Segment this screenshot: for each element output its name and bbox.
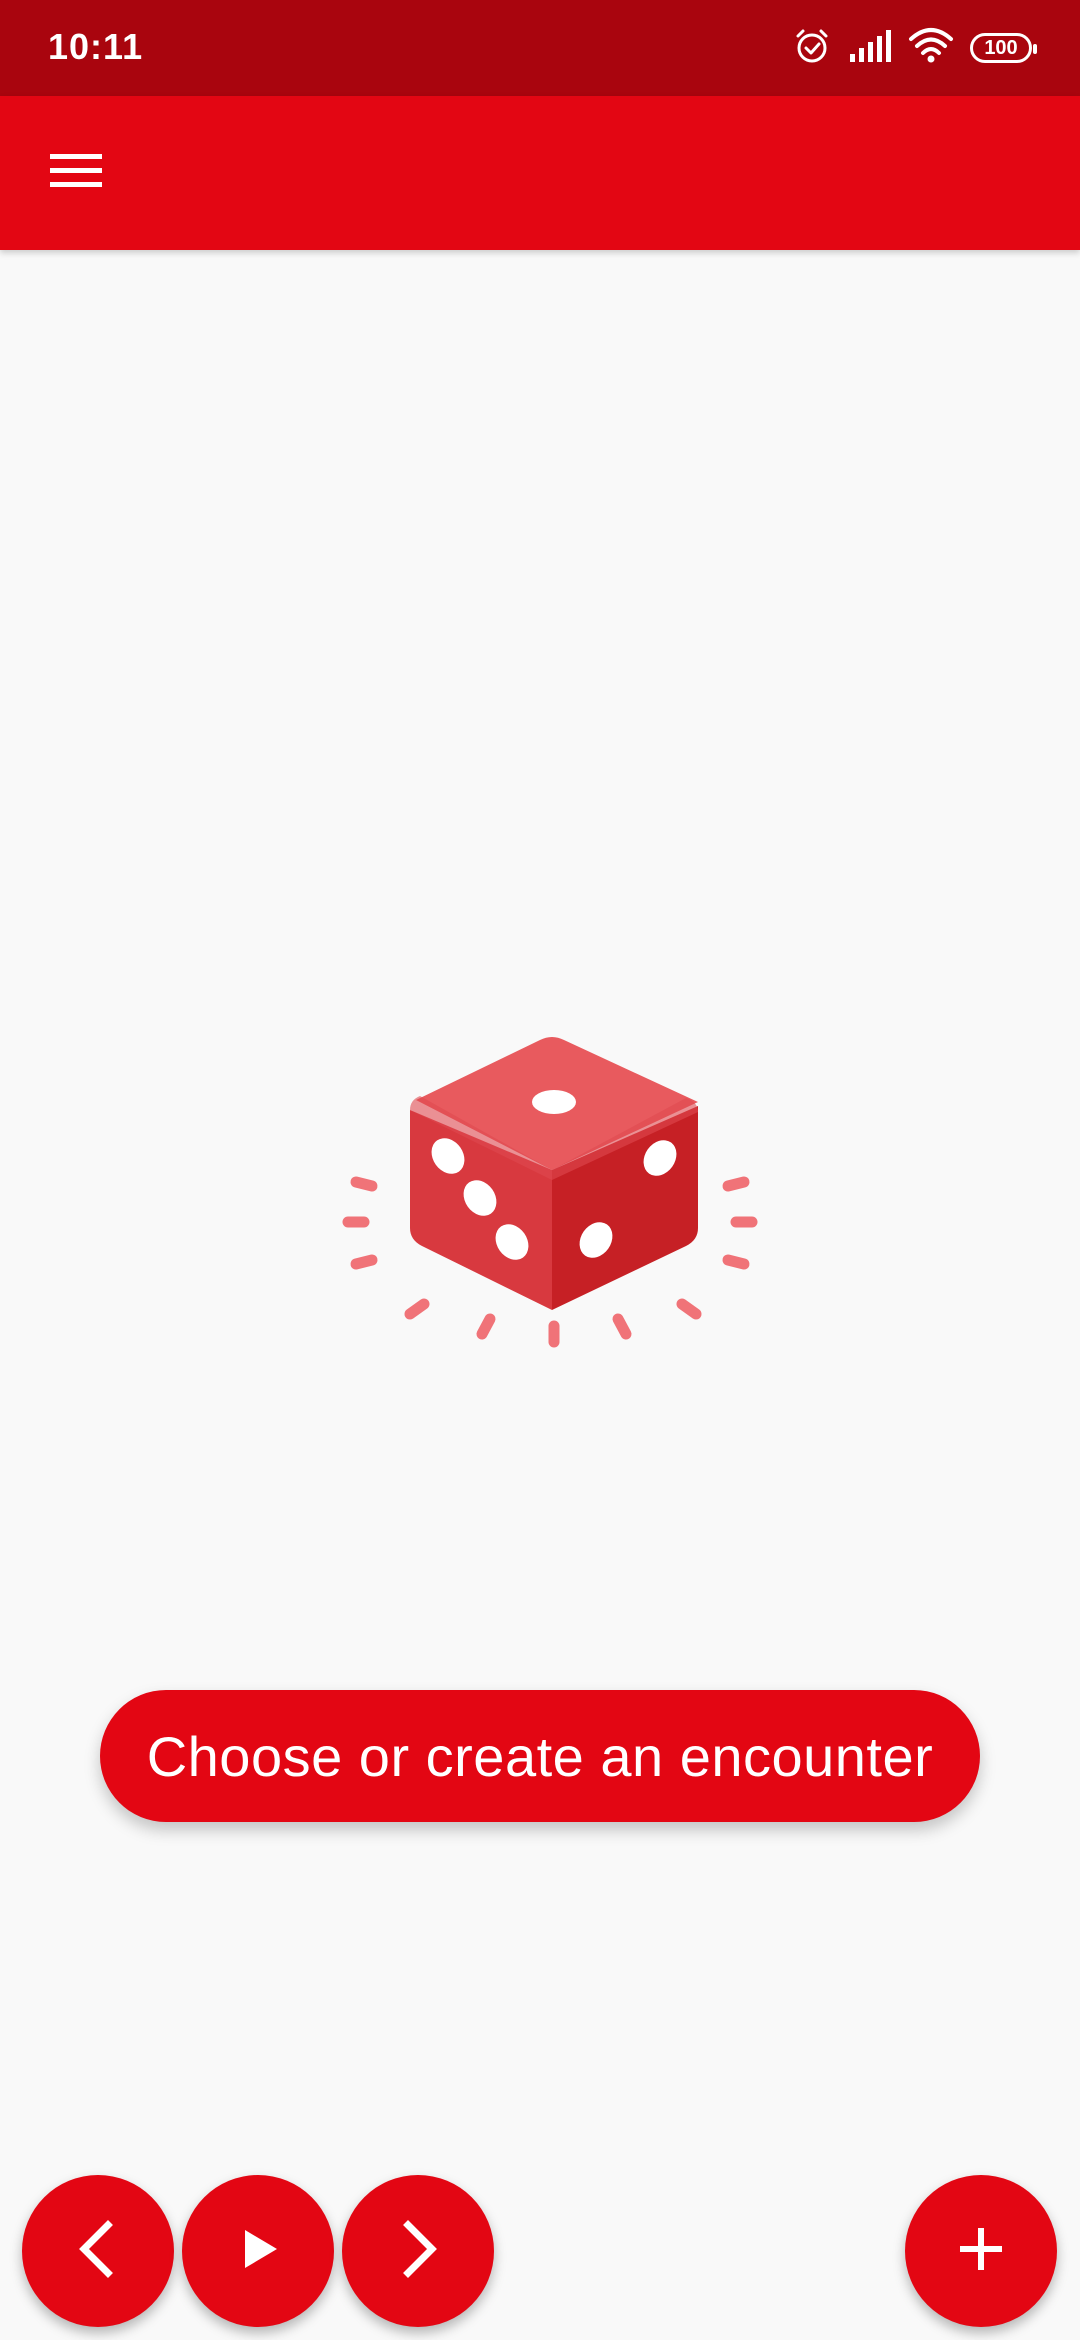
play-icon bbox=[233, 2224, 283, 2279]
hamburger-menu-icon bbox=[50, 151, 102, 196]
signal-icon bbox=[848, 28, 892, 69]
plus-icon bbox=[956, 2224, 1006, 2279]
empty-state-illustration bbox=[330, 1020, 770, 1380]
next-button[interactable] bbox=[342, 2175, 494, 2327]
status-icons: 100 bbox=[792, 24, 1037, 72]
menu-button[interactable] bbox=[30, 131, 122, 215]
previous-button[interactable] bbox=[22, 2175, 174, 2327]
battery-icon: 100 bbox=[970, 33, 1037, 63]
dice-icon bbox=[342, 1037, 758, 1348]
app-bar bbox=[0, 96, 1080, 250]
status-bar: 10:11 100 bbox=[0, 0, 1080, 96]
add-button[interactable] bbox=[905, 2175, 1057, 2327]
alarm-icon bbox=[792, 26, 832, 71]
wifi-icon bbox=[908, 27, 954, 70]
play-button[interactable] bbox=[182, 2175, 334, 2327]
chevron-left-icon bbox=[68, 2219, 128, 2284]
chevron-right-icon bbox=[388, 2219, 448, 2284]
choose-encounter-button[interactable]: Choose or create an encounter bbox=[100, 1690, 980, 1822]
status-time: 10:11 bbox=[48, 26, 144, 67]
